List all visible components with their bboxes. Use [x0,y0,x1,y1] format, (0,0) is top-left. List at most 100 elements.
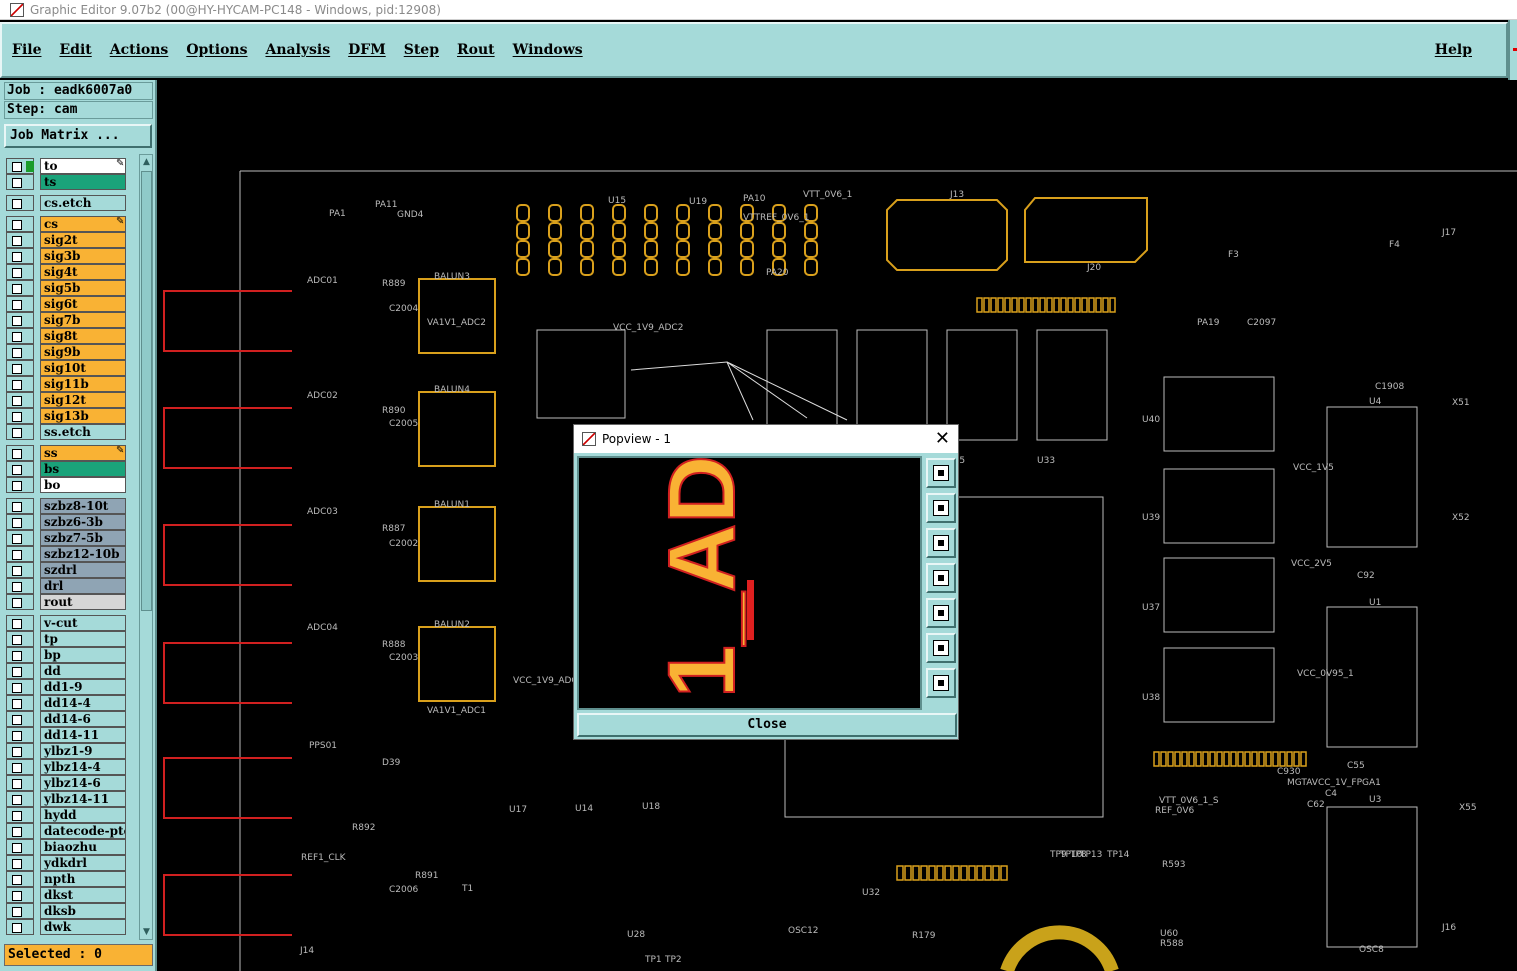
layer-name[interactable]: cs [40,216,126,232]
layer-name[interactable]: sig2t [40,232,126,248]
layer-name[interactable]: hydd [40,807,126,823]
layer-checkbox[interactable] [6,195,34,211]
layer-checkbox[interactable] [6,775,34,791]
layer-name[interactable]: dwk [40,919,126,935]
pan-left-button[interactable] [926,563,956,593]
scroll-up-icon[interactable]: ▲ [141,156,152,168]
layer-name[interactable]: bs [40,461,126,477]
layer-row[interactable]: szbz7-5b [4,530,138,546]
layer-name[interactable]: rout [40,594,126,610]
layer-row[interactable]: szbz6-3b [4,514,138,530]
layer-checkbox[interactable] [6,530,34,546]
layer-row[interactable]: sig9b [4,344,138,360]
layer-row[interactable]: v-cut [4,615,138,631]
layer-name[interactable]: cs.etch [40,195,126,211]
layer-name[interactable]: dd14-11 [40,727,126,743]
layer-name[interactable]: szbz6-3b [40,514,126,530]
layer-checkbox[interactable] [6,158,34,174]
layer-row[interactable]: cs ✎ [4,216,138,232]
layer-row[interactable]: dd [4,663,138,679]
layer-name[interactable]: sig8t [40,328,126,344]
layer-name[interactable]: ylbz14-6 [40,775,126,791]
zoom-fit-button[interactable] [926,458,956,488]
layer-name[interactable]: dd14-4 [40,695,126,711]
layer-row[interactable]: hydd [4,807,138,823]
layer-row[interactable]: ts [4,174,138,190]
layer-name[interactable]: szbz12-10b [40,546,126,562]
layer-name[interactable]: dksb [40,903,126,919]
layer-checkbox[interactable] [6,312,34,328]
menu-dfm[interactable]: DFM [348,42,386,58]
layer-name[interactable]: szbz7-5b [40,530,126,546]
menu-help[interactable]: Help [1435,42,1472,58]
layer-checkbox[interactable] [6,743,34,759]
layer-name[interactable]: sig11b [40,376,126,392]
layer-name[interactable]: sig10t [40,360,126,376]
layer-name[interactable]: to [40,158,126,174]
layer-checkbox[interactable] [6,498,34,514]
layer-row[interactable]: dd14-11 [4,727,138,743]
layer-checkbox[interactable] [6,839,34,855]
layer-checkbox[interactable] [6,360,34,376]
menu-file[interactable]: File [12,42,41,58]
layer-checkbox[interactable] [6,328,34,344]
menu-analysis[interactable]: Analysis [265,42,330,58]
layer-row[interactable]: ylbz14-4 [4,759,138,775]
layer-row[interactable]: sig8t [4,328,138,344]
layer-checkbox[interactable] [6,887,34,903]
layer-name[interactable]: dd14-6 [40,711,126,727]
layer-name[interactable]: sig5b [40,280,126,296]
layer-name[interactable]: dkst [40,887,126,903]
layer-name[interactable]: datecode-pte [40,823,126,839]
layer-name[interactable]: bo [40,477,126,493]
layer-row[interactable]: ylbz14-11 [4,791,138,807]
layer-row[interactable]: datecode-pte [4,823,138,839]
layer-name[interactable]: ydkdrl [40,855,126,871]
layer-name[interactable]: tp [40,631,126,647]
layer-checkbox[interactable] [6,871,34,887]
layer-row[interactable]: sig11b [4,376,138,392]
layer-row[interactable]: dwk [4,919,138,935]
layer-checkbox[interactable] [6,546,34,562]
layer-row[interactable]: sig7b [4,312,138,328]
layer-row[interactable]: ss ✎ [4,445,138,461]
zoom-out-button[interactable] [926,668,956,698]
layer-scrollbar[interactable]: ▲ ▼ [139,154,153,940]
layer-checkbox[interactable] [6,232,34,248]
menu-edit[interactable]: Edit [59,42,91,58]
layer-checkbox[interactable] [6,759,34,775]
layer-checkbox[interactable] [6,461,34,477]
layer-checkbox[interactable] [6,408,34,424]
scroll-thumb[interactable] [141,171,152,611]
layer-checkbox[interactable] [6,903,34,919]
layer-row[interactable]: szbz12-10b [4,546,138,562]
layer-checkbox[interactable] [6,216,34,232]
layer-name[interactable]: sig3b [40,248,126,264]
layer-name[interactable]: bp [40,647,126,663]
layer-checkbox[interactable] [6,477,34,493]
layer-name[interactable]: ts [40,174,126,190]
layer-checkbox[interactable] [6,296,34,312]
layer-row[interactable]: bo [4,477,138,493]
layer-name[interactable]: ylbz14-4 [40,759,126,775]
layer-row[interactable]: sig2t [4,232,138,248]
layer-checkbox[interactable] [6,594,34,610]
layer-row[interactable]: ydkdrl [4,855,138,871]
layer-name[interactable]: sig13b [40,408,126,424]
layer-checkbox[interactable] [6,807,34,823]
layer-checkbox[interactable] [6,647,34,663]
layer-row[interactable]: sig3b [4,248,138,264]
layer-name[interactable]: ss.etch [40,424,126,440]
layer-checkbox[interactable] [6,174,34,190]
layer-checkbox[interactable] [6,344,34,360]
layer-checkbox[interactable] [6,578,34,594]
layer-name[interactable]: szbz8-10t [40,498,126,514]
layer-name[interactable]: dd1-9 [40,679,126,695]
layer-name[interactable]: ylbz1-9 [40,743,126,759]
layer-checkbox[interactable] [6,631,34,647]
layer-name[interactable]: sig7b [40,312,126,328]
layer-row[interactable]: tp [4,631,138,647]
layer-checkbox[interactable] [6,711,34,727]
layer-name[interactable]: ss [40,445,126,461]
layer-name[interactable]: dd [40,663,126,679]
